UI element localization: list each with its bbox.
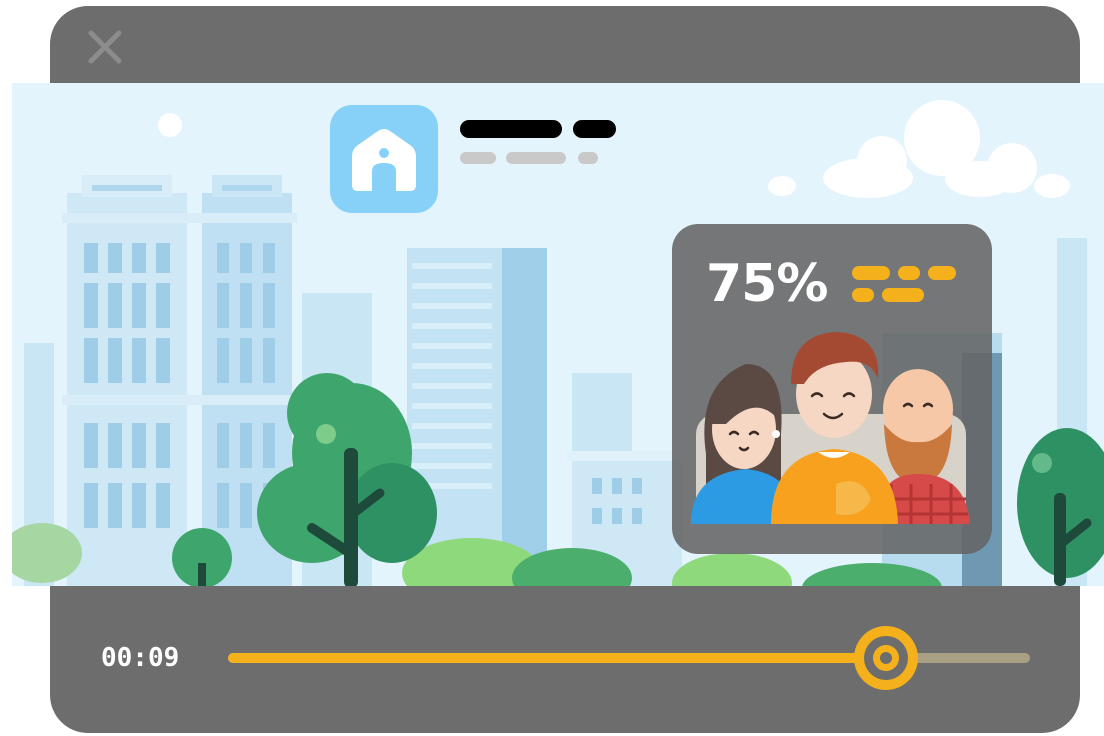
- seek-progress-fill: [228, 653, 886, 663]
- audience-people-illustration: [691, 332, 970, 524]
- app-title-placeholder: [460, 120, 616, 164]
- seek-knob-icon[interactable]: [853, 625, 919, 691]
- rating-stat-card: 75%: [672, 224, 992, 554]
- current-time: 00:09: [101, 643, 180, 673]
- stat-percent: 75%: [706, 254, 828, 314]
- home-app-icon: [330, 105, 438, 213]
- stat-label-placeholder: [852, 266, 956, 302]
- seek-bar[interactable]: [228, 626, 1030, 690]
- playback-controls: 00:09: [50, 586, 1080, 733]
- close-icon[interactable]: [85, 27, 125, 67]
